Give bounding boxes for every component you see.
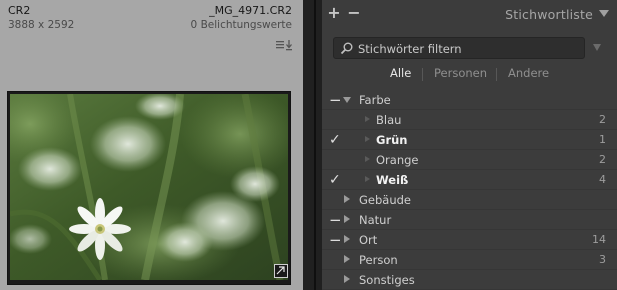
thumbnail-image[interactable]: [10, 94, 288, 280]
partial-checkbox[interactable]: −: [329, 232, 343, 248]
keyword-checkbox[interactable]: [329, 152, 343, 168]
keyword-count: 2: [599, 153, 606, 166]
exposure-value-label: 0 Belichtungswerte: [190, 19, 292, 31]
keyword-label: Weiß: [376, 173, 409, 187]
child-arrow-icon: [365, 136, 370, 142]
grid-cell[interactable]: CR2 3888 x 2592 _MG_4971.CR2 0 Belichtun…: [0, 0, 303, 290]
keyword-filter-placeholder: Stichwörter filtern: [358, 42, 462, 56]
keyword-count: 4: [599, 173, 606, 186]
child-arrow-icon: [365, 116, 370, 122]
keyword-filter-tabs: Alle Personen Andere: [322, 66, 617, 82]
keyword-label: Gebäude: [359, 193, 411, 207]
child-arrow-icon: [365, 156, 370, 162]
keyword-label: Person: [359, 253, 398, 267]
keyword-row-gruen[interactable]: ✓ Grün 1: [322, 130, 617, 150]
tab-all[interactable]: Alle: [390, 66, 411, 80]
remove-keyword-button[interactable]: −: [347, 5, 361, 21]
keyword-row-farbe[interactable]: − Farbe: [322, 90, 617, 110]
keyword-checkbox[interactable]: [329, 252, 343, 268]
collapsed-arrow-icon[interactable]: [344, 195, 350, 203]
keyword-row-blau[interactable]: Blau 2: [322, 110, 617, 130]
keyword-checkbox[interactable]: [329, 272, 343, 288]
panel-title[interactable]: Stichwortliste: [505, 7, 593, 22]
keyword-checkmark[interactable]: ✓: [329, 172, 343, 188]
tab-other[interactable]: Andere: [508, 66, 549, 80]
keyword-row-person[interactable]: Person 3: [322, 250, 617, 270]
expand-arrow-icon[interactable]: [343, 97, 351, 103]
collapse-panel-icon[interactable]: [599, 10, 609, 17]
crop-badge-icon[interactable]: [274, 264, 288, 278]
image-dimensions: 3888 x 2592: [8, 19, 75, 31]
keyword-row-natur[interactable]: − Natur: [322, 210, 617, 230]
add-keyword-button[interactable]: +: [327, 5, 341, 21]
keyword-list: − Farbe Blau 2 ✓ Grün 1 Orange 2 ✓ Weiß …: [322, 90, 617, 290]
panel-header: + − Stichwortliste: [322, 0, 617, 30]
file-extension-label: CR2: [8, 4, 31, 17]
keyword-row-sonstiges[interactable]: Sonstiges: [322, 270, 617, 290]
keyword-checkmark[interactable]: ✓: [329, 132, 343, 148]
keyword-count: 3: [599, 253, 606, 266]
pane-divider: [303, 0, 322, 290]
partial-checkbox[interactable]: −: [329, 212, 343, 228]
panel-edge: [314, 0, 316, 290]
keyword-row-orange[interactable]: Orange 2: [322, 150, 617, 170]
filter-options-dropdown[interactable]: [593, 44, 601, 51]
keyword-label: Blau: [376, 113, 402, 127]
tab-separator: [496, 68, 497, 81]
keyword-label: Sonstiges: [359, 273, 415, 287]
search-icon: [340, 42, 353, 55]
keyword-label: Natur: [359, 213, 392, 227]
keyword-label: Grün: [376, 133, 408, 147]
keyword-filter-input[interactable]: Stichwörter filtern: [333, 37, 585, 59]
keyword-count: 2: [599, 113, 606, 126]
metadata-menu-icon[interactable]: [275, 38, 297, 52]
keyword-label: Orange: [376, 153, 419, 167]
collapsed-arrow-icon[interactable]: [344, 215, 350, 223]
keyword-label: Farbe: [359, 93, 391, 107]
collapsed-arrow-icon[interactable]: [344, 275, 350, 283]
keyword-list-panel: + − Stichwortliste Stichwörter filtern A…: [322, 0, 617, 290]
tab-people[interactable]: Personen: [434, 66, 487, 80]
partial-checkbox[interactable]: −: [329, 92, 343, 108]
keyword-count: 1: [599, 133, 606, 146]
keyword-checkbox[interactable]: [329, 192, 343, 208]
file-name: _MG_4971.CR2: [209, 4, 292, 17]
tab-separator: [422, 68, 423, 81]
collapsed-arrow-icon[interactable]: [344, 235, 350, 243]
collapsed-arrow-icon[interactable]: [344, 255, 350, 263]
keyword-row-gebaeude[interactable]: Gebäude: [322, 190, 617, 210]
keyword-label: Ort: [359, 233, 378, 247]
keyword-checkbox[interactable]: [329, 112, 343, 128]
keyword-row-weiss[interactable]: ✓ Weiß 4: [322, 170, 617, 190]
keyword-count: 14: [592, 233, 606, 246]
child-arrow-icon: [365, 176, 370, 182]
keyword-row-ort[interactable]: − Ort 14: [322, 230, 617, 250]
